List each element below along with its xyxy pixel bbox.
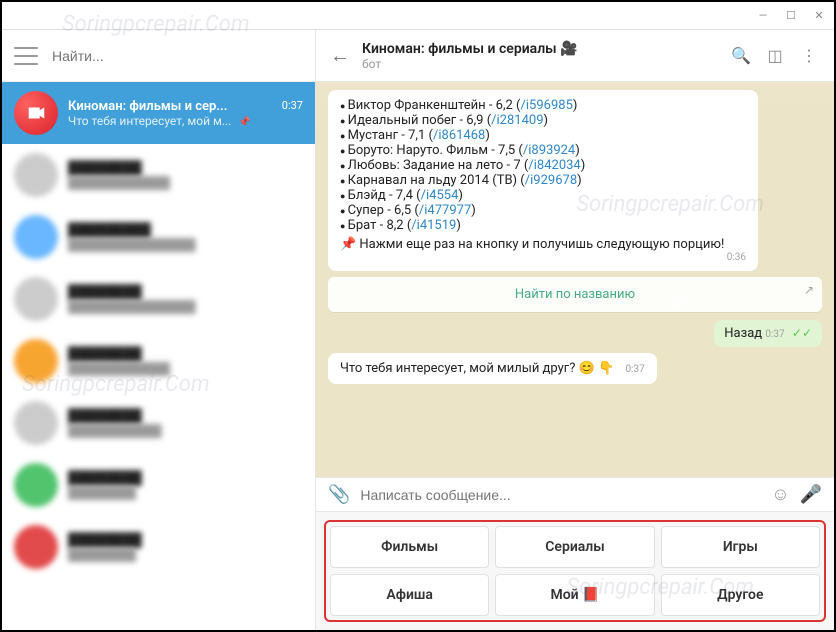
message-time: 0:36 (340, 252, 746, 263)
movie-list: Виктор Франкенштейн - 6,2 (/i596985) Иде… (340, 98, 746, 233)
panel-icon[interactable]: ◫ (764, 45, 786, 67)
attach-icon[interactable]: 📎 (328, 484, 350, 505)
chat-item[interactable]: ████████████████ (2, 454, 315, 516)
message-out: Назад 0:37 ✓✓ (714, 320, 822, 347)
messages-area[interactable]: Виктор Франкенштейн - 6,2 (/i596985) Иде… (316, 82, 834, 477)
chat-item[interactable]: ████████████████████ (2, 144, 315, 206)
keyboard-button[interactable]: Игры (661, 526, 820, 568)
more-icon[interactable]: ⋮ (798, 45, 820, 67)
link[interactable]: /i4554 (421, 188, 459, 203)
chat-title: Киноман: фильмы и сер... (68, 99, 227, 114)
sidebar: Киноман: фильмы и сер... 0:37 Что тебя и… (2, 30, 316, 630)
header-subtitle: бот (362, 57, 578, 71)
keyboard-button[interactable]: Другое (661, 574, 820, 616)
link[interactable]: /i596985 (521, 98, 573, 113)
chat-item[interactable]: ███████████████████ (2, 392, 315, 454)
link[interactable]: /i41519 (411, 218, 456, 233)
link[interactable]: /i281409 (491, 113, 543, 128)
chat-item[interactable]: ███████████████████████ (2, 268, 315, 330)
chat-time: 0:37 (282, 99, 303, 114)
keyboard-button[interactable]: Мой 📕 (495, 574, 654, 616)
menu-icon[interactable] (14, 47, 38, 65)
share-icon: ↗ (804, 283, 814, 297)
search-icon[interactable]: 🔍 (730, 45, 752, 67)
chat-main: ← Киноман: фильмы и сериалы 🎥 бот 🔍 ◫ ⋮ … (316, 30, 834, 630)
close-button[interactable]: ✕ (810, 9, 828, 22)
link[interactable]: /i929678 (525, 173, 577, 188)
chat-header: ← Киноман: фильмы и сериалы 🎥 бот 🔍 ◫ ⋮ (316, 30, 834, 82)
chat-item[interactable]: ████████████████████████ (2, 206, 315, 268)
keyboard-button[interactable]: Сериалы (495, 526, 654, 568)
inline-button[interactable]: Найти по названию ↗ (328, 277, 822, 312)
mic-icon[interactable]: 🎤 (800, 484, 822, 505)
message-input[interactable] (360, 487, 761, 503)
chat-subtitle: Что тебя интересует, мой м... (68, 114, 231, 128)
sidebar-top (2, 30, 315, 82)
inline-button-label: Найти по названию (515, 287, 635, 302)
message-footer: 📌 Нажми еще раз на кнопку и получишь сле… (340, 237, 746, 252)
link[interactable]: /i477977 (419, 203, 471, 218)
chat-list: Киноман: фильмы и сер... 0:37 Что тебя и… (2, 82, 315, 630)
link[interactable]: /i861468 (433, 128, 485, 143)
reply-keyboard: Фильмы Сериалы Игры Афиша Мой 📕 Другое (316, 511, 834, 630)
keyboard-button[interactable]: Фильмы (330, 526, 489, 568)
link[interactable]: /i842034 (528, 158, 580, 173)
emoji-icon[interactable]: ☺ (771, 484, 789, 505)
avatar (14, 91, 58, 135)
maximize-button[interactable]: ☐ (782, 9, 800, 22)
chat-item[interactable]: ████████████████ (2, 516, 315, 578)
message-in: Что тебя интересует, мой милый друг? 😊 👇… (328, 353, 657, 384)
back-icon[interactable]: ← (330, 43, 350, 68)
input-row: 📎 ☺ 🎤 (316, 477, 834, 511)
read-ticks-icon: ✓✓ (792, 326, 812, 340)
pin-icon: 📌 (238, 117, 250, 128)
header-title: Киноман: фильмы и сериалы 🎥 (362, 41, 578, 57)
search-input[interactable] (52, 48, 303, 64)
message-in: Виктор Франкенштейн - 6,2 (/i596985) Иде… (328, 90, 758, 271)
minimize-button[interactable]: — (754, 9, 772, 22)
keyboard-button[interactable]: Афиша (330, 574, 489, 616)
chat-item[interactable]: ████████████████████ (2, 330, 315, 392)
chat-item-active[interactable]: Киноман: фильмы и сер... 0:37 Что тебя и… (2, 82, 315, 144)
window-titlebar: — ☐ ✕ (2, 2, 834, 30)
link[interactable]: /i893924 (523, 143, 575, 158)
keyboard-highlight: Фильмы Сериалы Игры Афиша Мой 📕 Другое (324, 520, 826, 622)
